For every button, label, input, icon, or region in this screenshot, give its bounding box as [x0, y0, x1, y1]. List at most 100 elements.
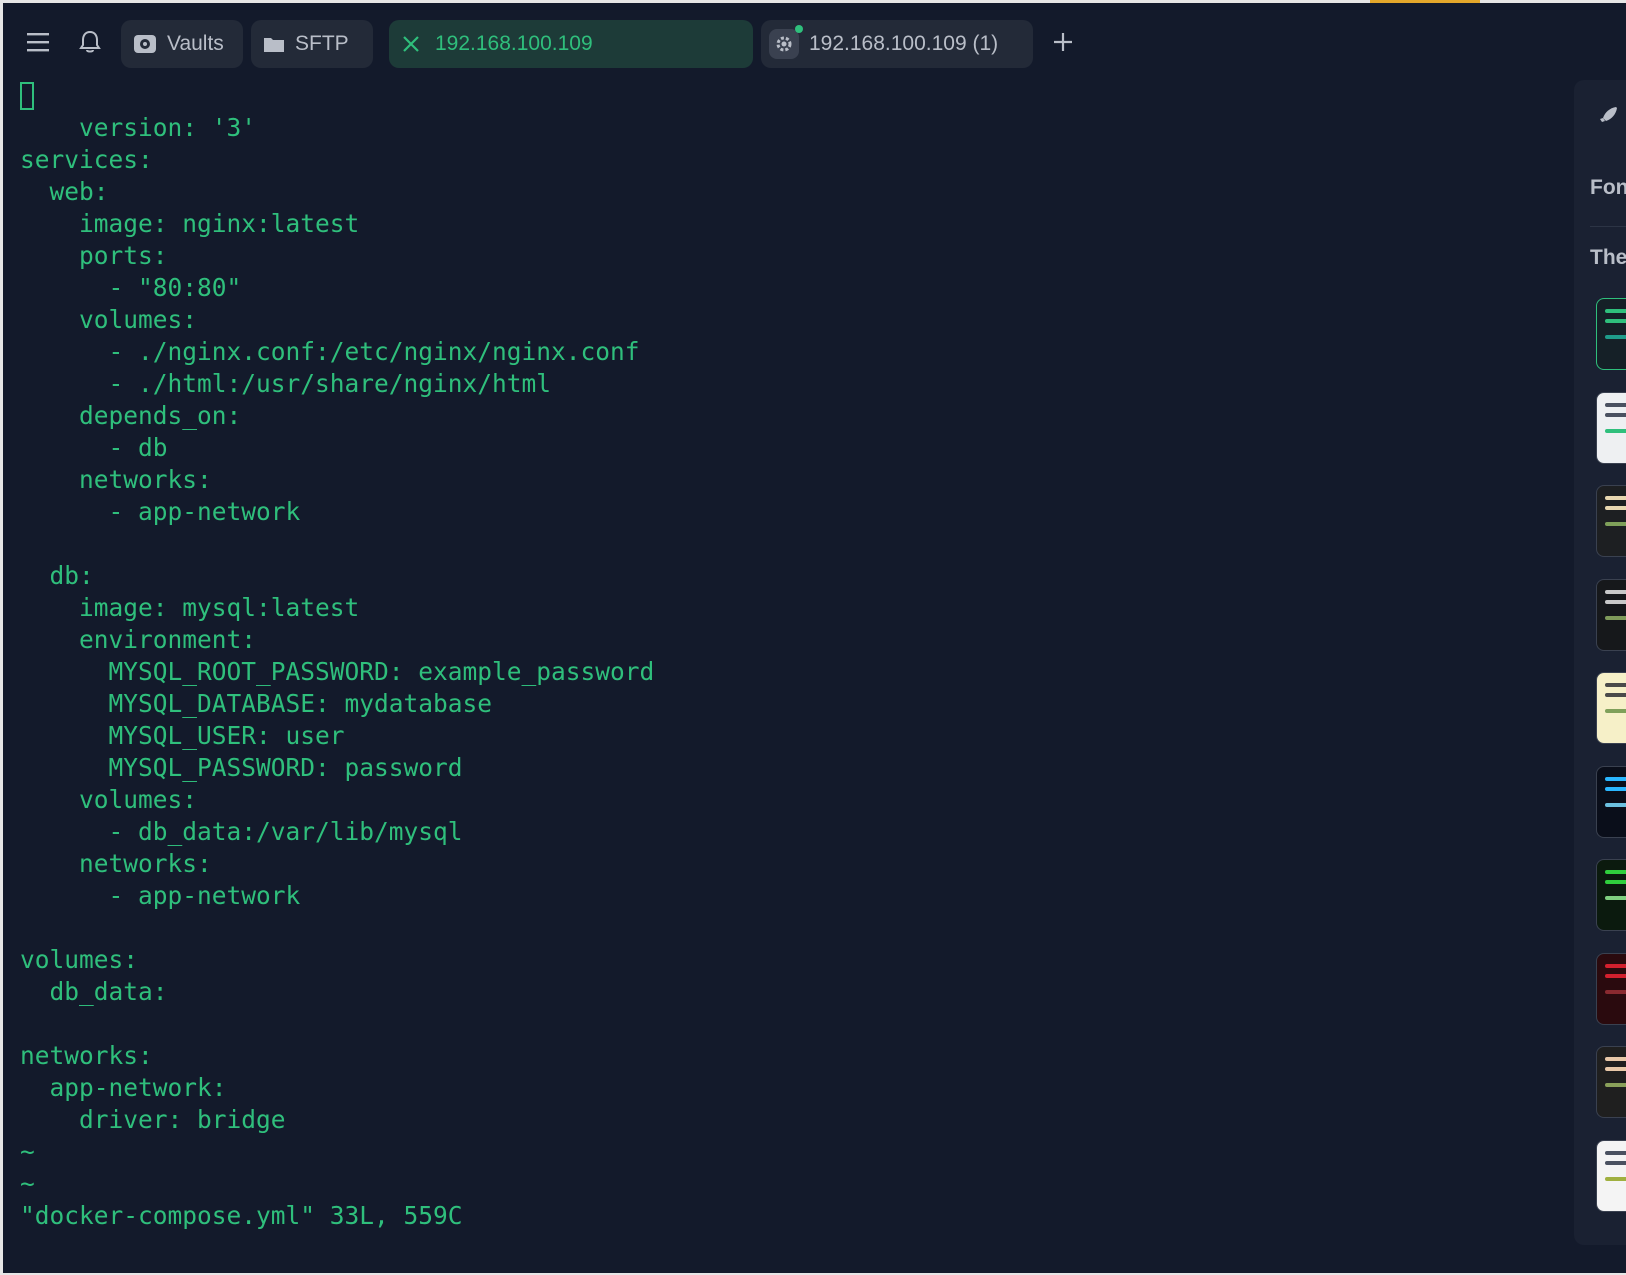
theme-swatch-bar — [1605, 1160, 1626, 1165]
theme-swatch-bar — [1605, 319, 1626, 323]
close-icon[interactable] — [401, 34, 421, 54]
editor-line: environment: — [20, 625, 257, 654]
hamburger-icon — [27, 33, 49, 52]
editor-line: MYSQL_DATABASE: mydatabase — [20, 689, 493, 718]
theme-swatch-bar — [1605, 496, 1626, 500]
tab-second-host[interactable]: 192.168.100.109 (1) — [761, 20, 1033, 68]
editor-lines: services: web: image: nginx:latest ports… — [20, 112, 1560, 1232]
editor-line: volumes: — [20, 785, 198, 814]
theme-swatch-bar — [1605, 522, 1626, 526]
rocket-icon[interactable] — [1596, 104, 1620, 128]
theme-swatch-bar — [1605, 963, 1626, 968]
theme-swatch[interactable] — [1596, 952, 1626, 1025]
tab-active-host[interactable]: 192.168.100.109 — [389, 20, 753, 68]
theme-swatch-bar — [1605, 309, 1626, 313]
editor-line: image: mysql:latest — [20, 593, 360, 622]
editor-line: networks: — [20, 849, 212, 878]
theme-swatch-bar — [1605, 896, 1626, 900]
tab-bar: Vaults SFTP 192.168.100.109 192.168.100.… — [3, 3, 1626, 78]
editor-line: "docker-compose.yml" 33L, 559C — [20, 1201, 463, 1230]
theme-swatch[interactable] — [1596, 391, 1626, 464]
tab-vaults[interactable]: Vaults — [121, 20, 243, 68]
right-settings-panel: Fon The — [1574, 80, 1626, 1245]
editor-line: depends_on: — [20, 401, 242, 430]
tab-sftp-label: SFTP — [295, 32, 349, 55]
bell-icon — [79, 30, 101, 53]
editor-line: - app-network — [20, 881, 301, 910]
notifications-button[interactable] — [73, 25, 107, 59]
editor-line: ~ — [20, 1137, 35, 1166]
editor-line: networks: — [20, 1041, 153, 1070]
host-icon-box — [769, 25, 803, 59]
window-frame-left — [0, 0, 3, 1275]
cursor-char: v — [79, 113, 94, 142]
theme-swatch-bar — [1605, 786, 1626, 791]
theme-swatch-bar — [1605, 599, 1626, 604]
theme-swatch[interactable] — [1596, 1139, 1626, 1212]
editor-line: db: — [20, 561, 94, 590]
gear-icon — [776, 36, 792, 52]
theme-swatch[interactable] — [1596, 859, 1626, 931]
editor-line: ports: — [20, 241, 168, 270]
theme-swatch-bar — [1605, 412, 1626, 417]
editor-line: - db_data:/var/lib/mysql — [20, 817, 463, 846]
theme-swatch-bar — [1605, 335, 1626, 339]
editor-line: volumes: — [20, 945, 139, 974]
theme-swatch[interactable] — [1596, 1046, 1626, 1118]
editor-line: volumes: — [20, 305, 198, 334]
tab-sftp[interactable]: SFTP — [251, 20, 373, 68]
theme-swatch-bar — [1605, 776, 1626, 781]
editor-line: ~ — [20, 1169, 35, 1198]
theme-swatch-bar — [1605, 683, 1626, 687]
connection-status-dot — [795, 25, 803, 33]
tab-active-host-label: 192.168.100.109 — [435, 32, 593, 55]
plus-icon — [1054, 33, 1072, 51]
editor-line: driver: bridge — [20, 1105, 286, 1134]
editor-line: db_data: — [20, 977, 168, 1006]
theme-swatch-bar — [1605, 1083, 1626, 1087]
theme-swatch[interactable] — [1596, 298, 1626, 370]
editor-line: - ./nginx.conf:/etc/nginx/nginx.conf — [20, 337, 640, 366]
text-cursor — [20, 82, 34, 110]
theme-swatch-bar — [1605, 589, 1626, 594]
editor-line: services: — [20, 145, 153, 174]
theme-swatch-bar — [1605, 1067, 1626, 1071]
editor-line: - ./html:/usr/share/nginx/html — [20, 369, 552, 398]
panel-separator — [1590, 226, 1626, 227]
theme-swatch[interactable] — [1596, 485, 1626, 557]
editor-line: - app-network — [20, 497, 301, 526]
theme-swatch[interactable] — [1596, 578, 1626, 651]
theme-swatch-bar — [1605, 709, 1626, 713]
theme-swatch-bar — [1605, 1176, 1626, 1181]
theme-swatch-bar — [1605, 989, 1626, 994]
editor-line: - "80:80" — [20, 273, 242, 302]
editor-line: MYSQL_USER: user — [20, 721, 345, 750]
editor-line: app-network: — [20, 1073, 227, 1102]
editor-line: image: nginx:latest — [20, 209, 360, 238]
theme-swatch-bar — [1605, 428, 1626, 433]
menu-button[interactable] — [21, 25, 55, 59]
theme-swatch-bar — [1605, 1057, 1626, 1061]
theme-swatch-bar — [1605, 802, 1626, 807]
theme-section-label: The — [1590, 246, 1626, 269]
theme-swatch-bar — [1605, 880, 1626, 884]
folder-icon — [264, 38, 284, 52]
theme-swatch-bar — [1605, 506, 1626, 510]
new-tab-button[interactable] — [1046, 25, 1080, 59]
vault-icon — [134, 35, 156, 53]
editor-line: web: — [20, 177, 109, 206]
terminal-editor[interactable]: version: '3' services: web: image: nginx… — [20, 80, 1560, 1260]
editor-line: MYSQL_ROOT_PASSWORD: example_password — [20, 657, 655, 686]
theme-swatch-bar — [1605, 402, 1626, 407]
theme-swatch[interactable] — [1596, 672, 1626, 744]
theme-swatch-bar — [1605, 973, 1626, 978]
editor-line: version: '3' — [20, 80, 1560, 142]
theme-swatch-bar — [1605, 693, 1626, 697]
editor-line: networks: — [20, 465, 212, 494]
theme-swatch[interactable] — [1596, 765, 1626, 838]
font-section-label: Fon — [1590, 176, 1626, 199]
theme-swatch-bar — [1605, 870, 1626, 874]
